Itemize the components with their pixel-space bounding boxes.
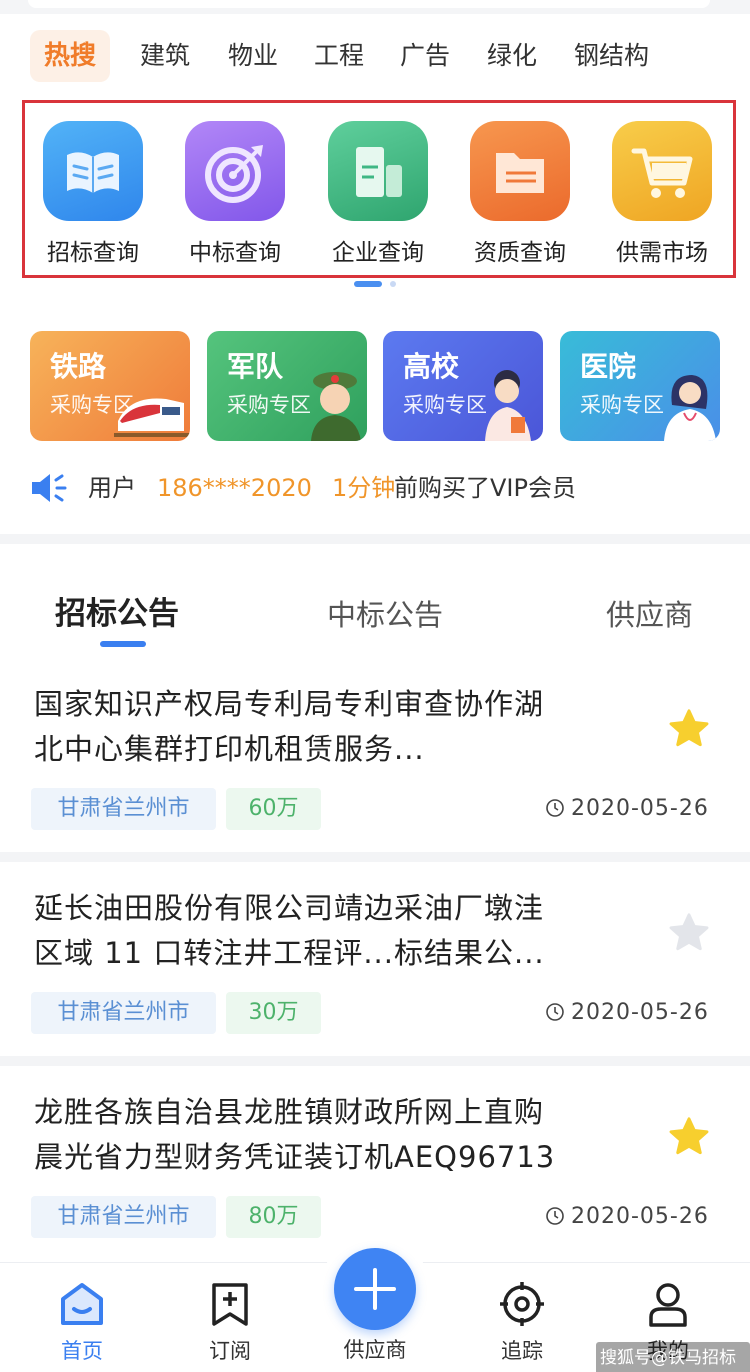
feature-label: 招标查询 — [47, 240, 139, 266]
zone-subtitle: 采购专区 — [580, 393, 664, 417]
clock-icon — [546, 1206, 564, 1225]
feature-win-search[interactable]: 中标查询 — [175, 121, 295, 267]
region-tag: 甘肃省兰州市 — [31, 992, 216, 1034]
add-supplier-button[interactable] — [334, 1248, 416, 1330]
feature-label: 供需市场 — [616, 240, 708, 266]
item-separator — [0, 852, 750, 862]
soldier-icon — [311, 372, 361, 441]
feature-grid: 招标查询 中标查询 企业查询 资质查询 供需市场 — [22, 100, 736, 278]
crosshair-icon — [500, 1282, 544, 1326]
bookmark-plus-icon — [212, 1283, 248, 1326]
page-indicator — [354, 280, 400, 288]
hot-search-row: 热搜 建筑 物业 工程 广告 绿化 钢结构 — [0, 30, 750, 82]
feature-label: 企业查询 — [332, 240, 424, 266]
nav-subscribe[interactable]: 订阅 — [180, 1281, 280, 1365]
clock-icon — [546, 1002, 564, 1021]
zone-hospital[interactable]: 医院 采购专区 — [560, 331, 720, 441]
star-icon[interactable] — [666, 706, 712, 752]
notice-time: 1分钟 — [332, 474, 396, 502]
zone-military[interactable]: 军队 采购专区 — [207, 331, 367, 441]
tab-active-indicator — [100, 641, 146, 647]
item-title: 国家知识产权局专利局专利审查协作湖 北中心集群打印机租赁服务... — [34, 687, 545, 766]
nav-supplier-label: 供应商 — [343, 1338, 407, 1362]
speaker-icon — [32, 474, 67, 502]
hot-keyword[interactable]: 建筑 — [140, 30, 190, 82]
notice-suffix: 前购买了VIP会员 — [394, 474, 576, 502]
student-icon — [485, 370, 531, 441]
feature-bid-search[interactable]: 招标查询 — [33, 121, 153, 267]
region-tag: 甘肃省兰州市 — [31, 1196, 216, 1238]
nav-label: 首页 — [61, 1339, 103, 1363]
section-divider — [0, 534, 750, 544]
amount-tag: 30万 — [226, 992, 321, 1034]
hot-keyword[interactable]: 钢结构 — [574, 30, 649, 82]
user-icon — [649, 1283, 687, 1327]
page-dot — [390, 281, 396, 287]
nav-home[interactable]: 首页 — [32, 1281, 132, 1365]
clock-icon — [546, 798, 564, 817]
item-title: 延长油田股份有限公司靖边采油厂墩洼 区域 11 口转注井工程评...标结果公..… — [34, 891, 545, 970]
item-title: 龙胜各族自治县龙胜镇财政所网上直购 晨光省力型财务凭证装订机AEQ96713 — [34, 1095, 556, 1174]
amount-tag: 80万 — [226, 1196, 321, 1238]
feature-label: 中标查询 — [189, 240, 281, 266]
list-item[interactable]: 延长油田股份有限公司靖边采油厂墩洼 区域 11 口转注井工程评...标结果公..… — [0, 886, 750, 1036]
item-date: 2020-05-26 — [545, 1196, 709, 1238]
zone-title: 铁路 — [50, 350, 107, 383]
hot-keyword[interactable]: 绿化 — [487, 30, 537, 82]
zone-university[interactable]: 高校 采购专区 — [383, 331, 543, 441]
zone-title: 军队 — [227, 350, 284, 383]
doctor-icon — [664, 375, 716, 441]
home-icon — [61, 1283, 103, 1325]
list-item[interactable]: 龙胜各族自治县龙胜镇财政所网上直购 晨光省力型财务凭证装订机AEQ96713 甘… — [0, 1090, 750, 1240]
zone-title: 高校 — [403, 350, 460, 383]
hot-keyword[interactable]: 工程 — [314, 30, 364, 82]
train-icon — [114, 398, 190, 437]
notice-prefix: 用户 — [88, 474, 136, 502]
zone-railway[interactable]: 铁路 采购专区 — [30, 331, 190, 441]
tab-win-notice[interactable]: 中标公告 — [327, 592, 443, 634]
feature-qualification-search[interactable]: 资质查询 — [460, 121, 580, 267]
notice-phone: 186****2020 — [157, 474, 312, 502]
building-icon — [328, 121, 428, 221]
feature-company-search[interactable]: 企业查询 — [318, 121, 438, 267]
item-separator — [0, 1056, 750, 1066]
book-icon — [43, 121, 143, 221]
plus-icon — [354, 1268, 396, 1310]
list-item[interactable]: 国家知识产权局专利局专利审查协作湖 北中心集群打印机租赁服务... 甘肃省兰州市… — [0, 682, 750, 832]
tab-bid-notice[interactable]: 招标公告 — [55, 588, 179, 633]
nav-label: 追踪 — [501, 1339, 543, 1363]
star-icon[interactable] — [666, 910, 712, 956]
target-icon — [185, 121, 285, 221]
zone-title: 医院 — [580, 350, 637, 383]
top-strip — [0, 0, 750, 14]
nav-track[interactable]: 追踪 — [472, 1281, 572, 1365]
feature-market[interactable]: 供需市场 — [602, 121, 722, 267]
hot-search-tag[interactable]: 热搜 — [30, 30, 110, 82]
hot-keyword[interactable]: 物业 — [228, 30, 278, 82]
folder-icon — [470, 121, 570, 221]
zone-subtitle: 采购专区 — [403, 393, 487, 417]
amount-tag: 60万 — [226, 788, 321, 830]
item-date: 2020-05-26 — [545, 992, 709, 1034]
vip-notice: 用户 186****2020 1分钟 前购买了VIP会员 — [30, 470, 730, 506]
region-tag: 甘肃省兰州市 — [31, 788, 216, 830]
feature-label: 资质查询 — [474, 240, 566, 266]
tab-supplier[interactable]: 供应商 — [606, 592, 693, 634]
watermark: 搜狐号@铁马招标网 — [596, 1342, 750, 1372]
hot-keyword[interactable]: 广告 — [400, 30, 450, 82]
page-dot-active — [354, 281, 382, 287]
star-icon[interactable] — [666, 1114, 712, 1160]
zone-subtitle: 采购专区 — [227, 393, 311, 417]
cart-icon — [612, 121, 712, 221]
nav-label: 订阅 — [209, 1339, 251, 1363]
item-date: 2020-05-26 — [545, 788, 709, 830]
